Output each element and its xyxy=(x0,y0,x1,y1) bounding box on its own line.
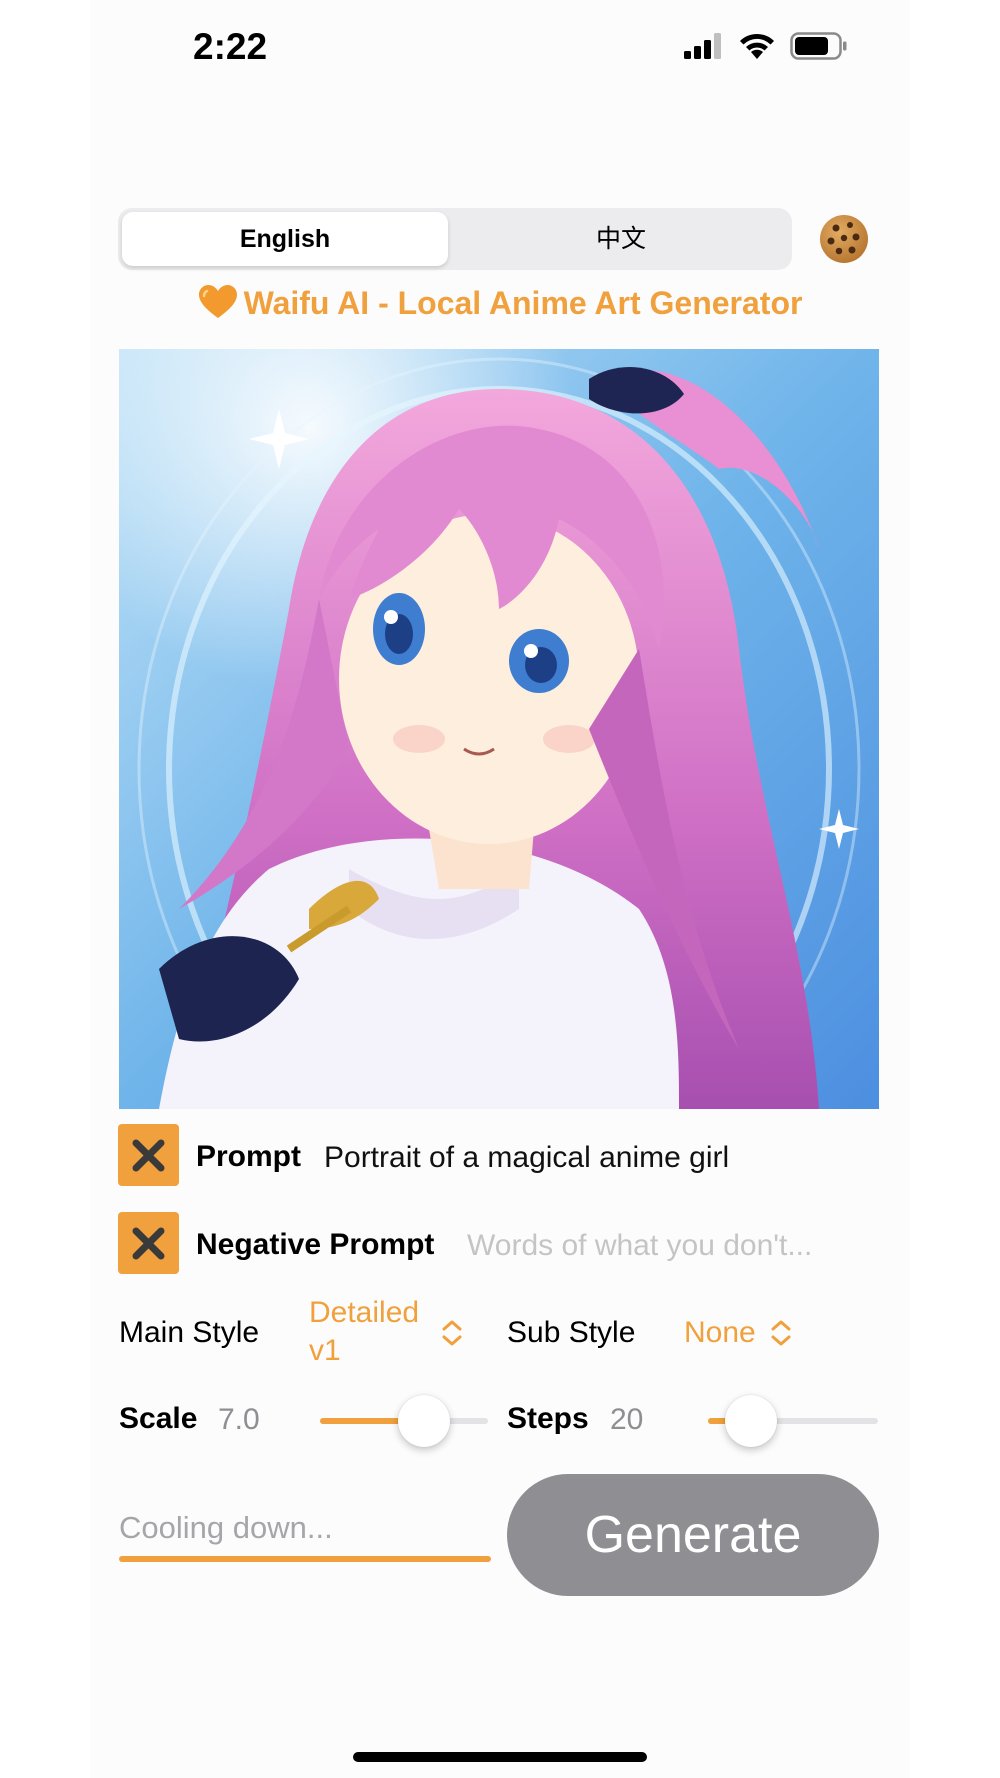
cellular-signal-icon xyxy=(684,33,721,59)
steps-label: Steps xyxy=(507,1402,589,1435)
language-segmented-control: English 中文 xyxy=(118,208,792,270)
screen: 2:22 English 中文 Waifu AI - Local Anime A… xyxy=(0,0,1000,1778)
app-title: Waifu AI - Local Anime Art Generator xyxy=(0,284,1000,322)
sub-style-label: Sub Style xyxy=(507,1316,636,1349)
chevron-up-down-icon xyxy=(771,1320,791,1346)
language-option-chinese[interactable]: 中文 xyxy=(454,212,788,266)
battery-icon xyxy=(790,32,847,60)
main-style-picker[interactable]: Detailed v1 xyxy=(309,1296,469,1372)
steps-value: 20 xyxy=(610,1403,644,1436)
chevron-up-down-icon xyxy=(442,1320,462,1346)
orange-heart-icon xyxy=(198,285,237,318)
main-style-label: Main Style xyxy=(119,1316,260,1349)
clear-negative-prompt-button[interactable] xyxy=(118,1212,179,1274)
close-icon xyxy=(132,1139,165,1172)
steps-slider-thumb[interactable] xyxy=(724,1395,777,1447)
negative-prompt-input[interactable]: Words of what you don't... xyxy=(467,1229,812,1263)
prompt-label: Prompt xyxy=(196,1140,301,1173)
cookie-icon[interactable] xyxy=(818,213,870,265)
scale-slider-thumb[interactable] xyxy=(398,1395,451,1447)
app-title-text: Waifu AI - Local Anime Art Generator xyxy=(243,285,803,321)
scale-slider[interactable] xyxy=(320,1395,488,1447)
cooldown-status: Cooling down... xyxy=(119,1510,333,1545)
cooldown-progress-line xyxy=(119,1556,491,1562)
status-icons xyxy=(684,32,848,60)
prompt-input[interactable]: Portrait of a magical anime girl xyxy=(324,1141,729,1175)
wifi-icon xyxy=(740,33,774,59)
generated-image xyxy=(119,349,879,1109)
main-style-value-line1: Detailed xyxy=(309,1296,420,1329)
steps-slider[interactable] xyxy=(708,1395,878,1447)
home-indicator[interactable] xyxy=(353,1752,647,1762)
scale-value: 7.0 xyxy=(218,1403,260,1436)
language-option-english[interactable]: English xyxy=(122,212,448,266)
sub-style-value: None xyxy=(684,1316,756,1349)
status-time: 2:22 xyxy=(193,26,268,67)
clear-prompt-button[interactable] xyxy=(118,1124,179,1186)
close-icon xyxy=(132,1227,165,1260)
sub-style-picker[interactable]: None xyxy=(684,1316,804,1356)
scale-label: Scale xyxy=(119,1402,198,1435)
negative-prompt-label: Negative Prompt xyxy=(196,1228,435,1261)
main-style-value-line2: v1 xyxy=(309,1334,341,1367)
generate-button[interactable]: Generate xyxy=(507,1474,879,1596)
